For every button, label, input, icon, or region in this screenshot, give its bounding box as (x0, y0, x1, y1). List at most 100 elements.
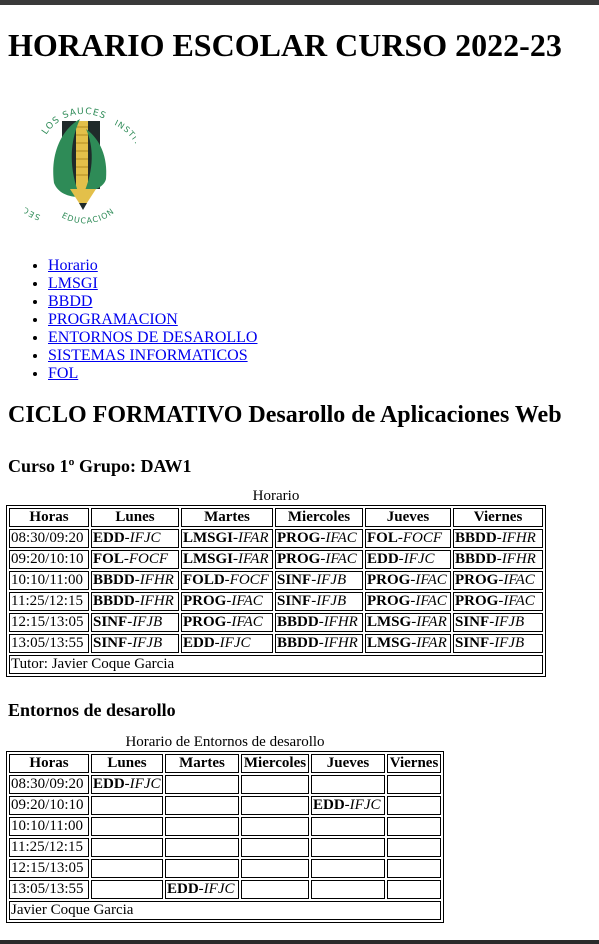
schedule-cell: PROG-IFAC (181, 613, 273, 632)
schedule-cell (165, 859, 239, 878)
schedule-cell (311, 817, 385, 836)
subject-code: EDD (93, 776, 125, 792)
subject-code: FOL (367, 530, 398, 546)
tutor-cell: Tutor: Javier Coque Garcia (9, 655, 543, 674)
hour-cell: 11:25/12:15 (9, 592, 89, 611)
teacher-code: IFJC (349, 797, 381, 813)
schedule-cell: PROG-IFAC (365, 571, 451, 590)
hour-cell: 09:20/10:10 (9, 550, 89, 569)
teacher-code: IFJB (132, 614, 163, 630)
teacher-code: IFHR (501, 530, 536, 546)
nav-link-bbdd[interactable]: BBDD (48, 293, 92, 310)
teacher-code: IFJB (316, 593, 347, 609)
subject-code: SINF (277, 572, 312, 588)
nav-link-entornos[interactable]: ENTORNOS DE DESAROLLO (48, 329, 257, 346)
nav-item-fol: FOL (48, 365, 257, 383)
subject-code: PROG (455, 593, 499, 609)
nav-link-fol[interactable]: FOL (48, 365, 78, 382)
teacher-code: IFAR (238, 551, 269, 567)
subject-code: BBDD (277, 635, 319, 651)
schedule-cell: PROG-IFAC (275, 529, 363, 548)
header-cell: Lunes (91, 754, 163, 773)
schedule-cell: FOLD-FOCF (181, 571, 273, 590)
subject-code: SINF (455, 614, 490, 630)
schedule-cell: LMSG-IFAR (365, 634, 451, 653)
teacher-code: IFAR (238, 530, 269, 546)
subject-code: PROG (367, 572, 411, 588)
schedule-cell: SINF-IFJB (453, 634, 543, 653)
teacher-code: IFAC (325, 530, 357, 546)
subject-code: EDD (313, 797, 345, 813)
teacher-code: IFJC (129, 776, 161, 792)
section-title: CICLO FORMATIVO Desarollo de Aplicacione… (8, 402, 562, 428)
subject-code: SINF (93, 635, 128, 651)
hour-cell: 13:05/13:55 (9, 880, 89, 899)
teacher-code: IFJB (132, 635, 163, 651)
schedule-cell (241, 880, 309, 899)
schedule-cell (165, 817, 239, 836)
schedule-cell (91, 838, 163, 857)
subject-code: PROG (277, 551, 321, 567)
hour-cell: 08:30/09:20 (9, 775, 89, 794)
entornos-header-row: Horas Lunes Martes Miercoles Jueves Vier… (9, 754, 441, 773)
nav-link-lmsgi[interactable]: LMSGI (48, 275, 98, 292)
header-cell: Jueves (365, 508, 451, 527)
table-row: 08:30/09:20 EDD-IFJC LMSGI-IFAR PROG-IFAC FO… (9, 529, 543, 548)
schedule-cell (165, 796, 239, 815)
table-row: 13:05/13:55 SINF-IFJB EDD-IFJC BBDD-IFHR LMS… (9, 634, 543, 653)
nav-link-horario[interactable]: Horario (48, 257, 98, 274)
nav-item-bbdd: BBDD (48, 293, 257, 311)
schedule-cell: FOL-FOCF (365, 529, 451, 548)
hour-cell: 12:15/13:05 (9, 859, 89, 878)
schedule-cell (311, 838, 385, 857)
schedule-cell (311, 775, 385, 794)
teacher-code: IFJB (494, 614, 525, 630)
table-row: 11:25/12:15 (9, 838, 441, 857)
header-cell: Horas (9, 754, 89, 773)
window-top-bar (0, 0, 599, 5)
group-title: Curso 1º Grupo: DAW1 (8, 456, 192, 476)
header-cell: Viernes (387, 754, 441, 773)
teacher-code: IFJB (494, 635, 525, 651)
table-row: 13:05/13:55 EDD-IFJC (9, 880, 441, 899)
header-cell: Viernes (453, 508, 543, 527)
schedule-cell: BBDD-IFHR (275, 613, 363, 632)
timetable: Horario Horas Lunes Martes Miercoles Jue… (6, 487, 546, 677)
timetable-header-row: Horas Lunes Martes Miercoles Jueves Vier… (9, 508, 543, 527)
table-row: 10:10/11:00 (9, 817, 441, 836)
table-row: 09:20/10:10 EDD-IFJC (9, 796, 441, 815)
schedule-cell (91, 796, 163, 815)
subject-code: LMSG (367, 635, 412, 651)
subject-code: BBDD (93, 572, 135, 588)
schedule-cell (165, 838, 239, 857)
schedule-cell (387, 817, 441, 836)
subject-code: SINF (93, 614, 128, 630)
teacher-code: IFAR (416, 635, 447, 651)
logo-left-text: SECUNDARIA (24, 167, 41, 222)
teacher-code: IFJC (203, 881, 235, 897)
school-logo: LOS SAUCES INSTITUTO DE SECUNDARIA EDUCA… (24, 107, 136, 226)
nav-item-programacion: PROGRAMACION (48, 311, 257, 329)
teacher-code: FOCF (402, 530, 443, 546)
schedule-cell: SINF-IFJB (275, 592, 363, 611)
schedule-cell: BBDD-IFHR (453, 529, 543, 548)
hour-cell: 09:20/10:10 (9, 796, 89, 815)
schedule-cell (387, 796, 441, 815)
teacher-code: IFAR (416, 614, 447, 630)
schedule-cell (241, 775, 309, 794)
nav-link-programacion[interactable]: PROGRAMACION (48, 311, 178, 328)
table-row: 12:15/13:05 SINF-IFJB PROG-IFAC BBDD-IFHR LM… (9, 613, 543, 632)
schedule-cell (311, 880, 385, 899)
schedule-cell (241, 838, 309, 857)
teacher-code: IFHR (323, 635, 358, 651)
schedule-cell: EDD-IFJC (91, 529, 179, 548)
entornos-caption: Horario de Entornos de desarollo (125, 734, 325, 750)
schedule-cell: EDD-IFJC (311, 796, 385, 815)
subject-code: EDD (367, 551, 399, 567)
nav-link-sistemas[interactable]: SISTEMAS INFORMATICOS (48, 347, 248, 364)
table-row: 08:30/09:20 EDD-IFJC (9, 775, 441, 794)
teacher-code: IFJC (219, 635, 251, 651)
schedule-cell (241, 859, 309, 878)
subject-code: BBDD (93, 593, 135, 609)
schedule-cell: LMSGI-IFAR (181, 529, 273, 548)
